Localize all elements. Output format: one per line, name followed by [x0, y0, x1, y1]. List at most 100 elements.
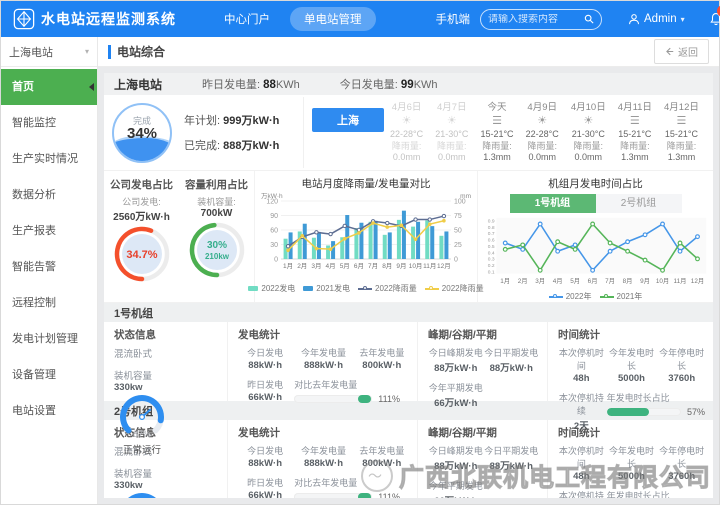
compare-lastyear: 对比去年发电量111% — [292, 378, 409, 404]
time-stat-0: 本次停机时间48h — [558, 444, 605, 482]
stat-value: 88万kW·h — [484, 458, 540, 472]
progress-row: 57% — [607, 407, 705, 417]
period-stat-2: 今年平期发电66万kW·h — [428, 479, 484, 498]
rain-label: 降雨量: — [390, 141, 423, 152]
mobile-link[interactable]: 手机端 — [436, 11, 471, 27]
stat-value: 888kW·h — [292, 458, 354, 469]
weather-haze-icon: ☰ — [618, 115, 652, 129]
stat-value: 48h — [558, 471, 605, 482]
progress-percent: 57% — [687, 407, 705, 417]
topnav-item-1[interactable]: 单电站管理 — [290, 7, 376, 31]
weather-temp: 22-28°C — [526, 129, 559, 140]
station-select-dropdown[interactable]: 上海电站 ▾ — [1, 37, 97, 67]
sidebar-item-0[interactable]: 首页 — [1, 69, 97, 105]
svg-text:5月: 5月 — [570, 277, 580, 285]
progress-percent: 111% — [378, 394, 400, 404]
topnav-item-0[interactable]: 中心门户 — [210, 7, 284, 31]
unit-section-body-2: 状态信息混流卧式装机容量330kw87%正常运行发电统计今日发电88kW·h今年… — [104, 420, 713, 498]
sidebar-item-8[interactable]: 设备管理 — [1, 357, 97, 393]
svg-text:8月: 8月 — [382, 262, 392, 270]
user-menu[interactable]: Admin ▾ — [628, 13, 685, 25]
svg-text:0.7: 0.7 — [487, 231, 494, 237]
time-stat-2: 今年停电时长3760h — [658, 346, 705, 384]
stat-value: 88万kW·h — [428, 458, 484, 472]
weather-date: 4月12日 — [664, 102, 699, 114]
capacity: 装机容量330kw — [114, 368, 166, 393]
legend-item[interactable]: 2022降雨量 — [358, 283, 417, 294]
gauge-title: 容量利用占比 — [179, 177, 254, 192]
arc-gauge: 34.7% — [111, 223, 173, 285]
svg-text:8月: 8月 — [622, 277, 632, 285]
search-icon[interactable] — [584, 14, 594, 24]
legend-item[interactable]: 2022年 — [549, 291, 592, 302]
capacity-label: 装机容量 — [114, 368, 166, 382]
svg-text:mm: mm — [460, 193, 471, 200]
combo-chart-legend: 2022发电 2021发电 2022降雨量 2022降雨量 — [248, 283, 483, 294]
rain-label: 降雨量: — [664, 141, 699, 152]
unit-time-chart-panel: 机组月发电时间占比 1号机组2号机组 0.90.80.70.60.50.40.3… — [478, 171, 713, 302]
unit-chart-legend: 2022年 2021年 — [549, 291, 643, 302]
stat-label: 今日峰期发电 — [428, 444, 484, 457]
sidebar-item-1[interactable]: 智能监控 — [1, 105, 97, 141]
city-button[interactable]: 上海 — [312, 108, 384, 132]
svg-text:4月: 4月 — [326, 262, 336, 270]
search-input[interactable] — [488, 14, 584, 25]
lastyear-gen: 去年发电量800kW·h — [355, 444, 409, 469]
monthly-comparison-chart-panel: 电站月度降雨量/发电量对比 00302560509075120100万kW·hm… — [254, 171, 478, 302]
weather-temp: 21-30°C — [571, 129, 606, 140]
weather-temp: 15-21°C — [480, 129, 513, 140]
capacity-value: 330kw — [114, 382, 166, 393]
rain-label: 降雨量: — [480, 141, 513, 152]
period-stat-1: 今日平期发电88万kW·h — [484, 444, 540, 472]
svg-text:6月: 6月 — [587, 277, 597, 285]
svg-text:12月: 12月 — [690, 277, 703, 285]
svg-text:0.2: 0.2 — [487, 263, 494, 269]
user-icon — [628, 13, 640, 25]
station-summary-strip: 上海电站 昨日发电量: 88KWh 今日发电量: 99KWh — [104, 73, 713, 95]
top-navbar: 水电站远程监测系统 中心门户单电站管理 手机端 Admin ▾ 50 — [1, 1, 719, 37]
svg-text:0.6: 0.6 — [487, 238, 494, 244]
svg-text:9月: 9月 — [640, 277, 650, 285]
weather-date: 4月7日 — [435, 102, 468, 114]
weather-date: 4月11日 — [618, 102, 652, 114]
svg-text:0.4: 0.4 — [487, 250, 494, 256]
stat-label: 昨日发电 — [238, 476, 292, 489]
time-stat-2: 今年停电时长3760h — [658, 444, 705, 482]
stat-value: 66kW·h — [238, 490, 292, 498]
back-button[interactable]: 返回 — [654, 39, 709, 64]
sidebar-item-6[interactable]: 远程控制 — [1, 285, 97, 321]
gen-grid: 今日发电88kW·h今年发电量888kW·h去年发电量800kW·h昨日发电66… — [238, 346, 409, 404]
search-box[interactable] — [480, 9, 602, 30]
sidebar-item-4[interactable]: 生产报表 — [1, 213, 97, 249]
legend-item[interactable]: 2022降雨量 — [425, 283, 484, 294]
legend-line-marker — [549, 294, 563, 300]
content-area: 上海电站 昨日发电量: 88KWh 今日发电量: 99KWh — [98, 67, 719, 504]
sidebar-item-9[interactable]: 电站设置 — [1, 393, 97, 429]
stat-label: 本次停机持续 — [558, 489, 605, 498]
time-stat-1: 今年发电时长5000h — [605, 444, 659, 482]
legend-item[interactable]: 2021发电 — [303, 283, 350, 294]
sidebar-item-5[interactable]: 智能告警 — [1, 249, 97, 285]
tab-unit-2[interactable]: 2号机组 — [596, 194, 682, 213]
sidebar-item-7[interactable]: 发电计划管理 — [1, 321, 97, 357]
speed-gauge-wrap: 87%正常运行 — [114, 491, 170, 498]
station-select-value: 上海电站 — [9, 44, 53, 60]
svg-text:6月: 6月 — [354, 262, 364, 270]
sidebar-menu: 首页智能监控生产实时情况数据分析生产报表智能告警远程控制发电计划管理设备管理电站… — [1, 67, 97, 504]
legend-line-marker — [600, 294, 614, 300]
notifications-button[interactable]: 50 — [709, 12, 720, 26]
collapse-arrow-icon[interactable] — [89, 83, 94, 91]
legend-item[interactable]: 2022发电 — [248, 283, 295, 294]
weather-temp: 15-21°C — [664, 129, 699, 140]
stat-value: 88万kW·h — [484, 360, 540, 374]
stat-label: 今年发电量 — [292, 346, 354, 359]
sidebar-item-3[interactable]: 数据分析 — [1, 177, 97, 213]
generation-stats-zone: 发电统计今日发电88kW·h今年发电量888kW·h去年发电量800kW·h昨日… — [228, 322, 418, 401]
tab-unit-1[interactable]: 1号机组 — [510, 194, 596, 213]
legend-item[interactable]: 2021年 — [600, 291, 643, 302]
sidebar-item-2[interactable]: 生产实时情况 — [1, 141, 97, 177]
weather-date: 4月9日 — [526, 102, 559, 114]
svg-text:4月: 4月 — [552, 277, 562, 285]
stat-label: 今年发电时长 — [605, 444, 659, 470]
rain-value: 1.3mm — [664, 152, 699, 163]
